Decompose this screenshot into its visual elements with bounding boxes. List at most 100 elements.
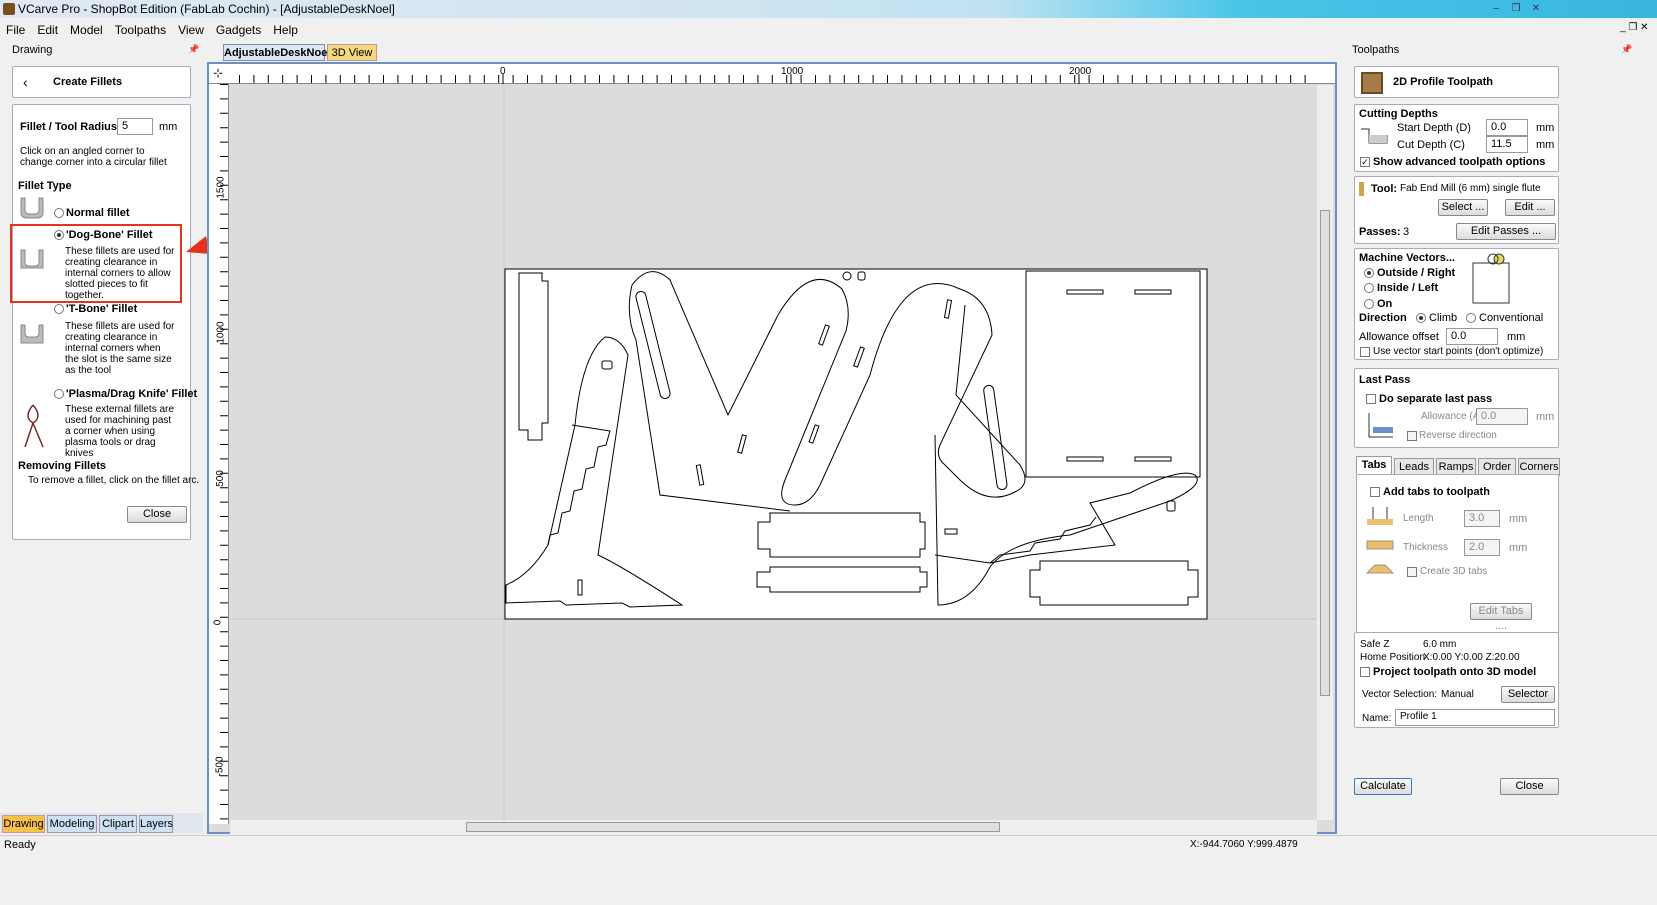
menu-model[interactable]: Model [64,20,109,37]
menu-view[interactable]: View [172,20,210,37]
fillet-options-box: Fillet / Tool Radius: 5 mm Click on an a… [12,104,199,540]
inside-left-label: Inside / Left [1377,282,1439,294]
removing-fillets-desc: To remove a fillet, click on the fillet … [28,475,200,486]
plasma-desc: These external fillets are used for mach… [65,404,174,459]
tab-modeling[interactable]: Modeling [47,815,97,833]
start-depth-input[interactable]: 0.0 [1486,119,1528,136]
vertical-scrollbar[interactable] [1317,85,1333,820]
last-pass-diagram-icon [1368,413,1393,438]
cut-depth-input[interactable]: 11.5 [1486,136,1528,153]
conventional-radio[interactable] [1466,313,1476,323]
safe-z-label: Safe Z [1360,639,1390,650]
tool-value: Fab End Mill (6 mm) single flute [1400,183,1541,194]
home-position-value: X:0.00 Y:0.00 Z:20.00 [1423,652,1520,663]
fillet-hint: Click on an angled corner to change corn… [20,146,167,168]
inside-left-radio[interactable] [1364,283,1374,293]
close-toolpath-button[interactable]: Close [1500,778,1559,795]
form-title: Create Fillets [53,76,123,88]
pin-icon-right[interactable]: 📌 [1621,44,1632,55]
ruler-label-v1000: 1000 [215,321,227,344]
climb-radio[interactable] [1416,313,1426,323]
drawing-canvas[interactable] [230,85,1320,820]
add-tabs-checkbox[interactable] [1370,487,1380,497]
pin-icon[interactable]: 📌 [188,44,199,55]
last-pass-box: Last Pass Do separate last pass Allowanc… [1354,368,1559,448]
document-area: AdjustableDeskNoel 3D View ⊹ 0 1000 2000… [207,42,1337,834]
show-advanced-checkbox[interactable]: ✓ [1360,157,1370,167]
normal-fillet-icon [20,197,44,219]
vector-selection-label: Vector Selection: [1362,689,1438,700]
tab-drawing[interactable]: Drawing [2,815,45,833]
toolpaths-panel-header: Toolpaths [1352,44,1400,56]
tab-clipart[interactable]: Clipart [99,815,137,833]
allowance-offset-unit: mm [1507,331,1526,343]
depth-diagram-icon [1361,128,1388,144]
minimize-button[interactable]: – [1488,2,1504,15]
endmill-icon [1359,182,1364,196]
toolpath-name-input[interactable]: Profile 1 [1395,709,1555,726]
allowance-a-input[interactable]: 0.0 [1476,408,1528,425]
length-input[interactable]: 3.0 [1464,510,1500,527]
on-radio[interactable] [1364,299,1374,309]
allowance-offset-input[interactable]: 0.0 [1446,328,1498,345]
thickness-input[interactable]: 2.0 [1464,539,1500,556]
vector-start-checkbox[interactable] [1360,347,1370,357]
ruler-label-minus500: -500 [214,756,226,777]
ruler-label-2000: 2000 [1069,66,1092,77]
machine-vectors-heading: Machine Vectors... [1359,252,1455,264]
calculate-button[interactable]: Calculate [1354,778,1412,795]
conventional-label: Conventional [1479,312,1544,324]
machine-vectors-box: Machine Vectors... Outside / Right Insid… [1354,248,1559,360]
edit-tabs-button[interactable]: Edit Tabs .... [1470,603,1532,632]
horizontal-ruler: ⊹ 0 1000 2000 [209,64,1335,84]
removing-fillets-heading: Removing Fillets [18,460,107,472]
radius-input[interactable]: 5 [117,118,153,135]
separate-last-pass-checkbox[interactable] [1366,394,1376,404]
tab-length-icon [1367,507,1393,525]
separate-last-pass-label: Do separate last pass [1379,393,1493,405]
back-arrow-icon[interactable]: ‹ [23,74,28,90]
tool-box: Tool: Fab End Mill (6 mm) single flute S… [1354,176,1559,244]
horizontal-scrollbar[interactable] [230,820,1317,834]
mdi-controls[interactable]: _ ❐ ✕ [1620,22,1648,33]
drawing-panel-header: Drawing [12,44,53,56]
menu-toolpaths[interactable]: Toolpaths [109,20,172,37]
doc-tab-3d[interactable]: 3D View [327,44,377,61]
edit-tool-button[interactable]: Edit ... [1505,199,1555,216]
menu-bar: File Edit Model Toolpaths View Gadgets Help _ … [0,20,1657,40]
horizontal-scroll-thumb[interactable] [466,822,1000,832]
normal-fillet-radio[interactable] [54,208,64,218]
canvas-frame: ⊹ 0 1000 2000 1500 1000 500 0 -500 [207,62,1337,834]
selector-button[interactable]: Selector ... [1501,686,1555,715]
select-tool-button[interactable]: Select ... [1438,199,1488,216]
climb-label: Climb [1429,312,1458,324]
tbone-fillet-radio[interactable] [54,304,64,314]
reverse-direction-checkbox[interactable] [1407,431,1417,441]
toolpath-title-box: 2D Profile Toolpath [1354,66,1559,98]
fillet-type-heading: Fillet Type [18,180,72,192]
menu-help[interactable]: Help [267,20,304,37]
outside-right-radio[interactable] [1364,268,1374,278]
vector-selection-value: Manual [1441,689,1474,700]
start-depth-unit: mm [1536,122,1555,134]
tab-tabs[interactable]: Tabs [1356,456,1392,474]
ruler-label-v0: 0 [212,619,224,626]
plasma-fillet-icon [24,404,44,448]
create-3d-tabs-checkbox[interactable] [1407,567,1417,577]
plasma-fillet-radio[interactable] [54,389,64,399]
vertical-scroll-thumb[interactable] [1320,210,1330,696]
normal-fillet-label: Normal fillet [66,207,130,219]
tab-thickness-icon [1366,540,1394,550]
menu-gadgets[interactable]: Gadgets [210,20,267,37]
add-tabs-label: Add tabs to toolpath [1383,486,1490,498]
doc-tab-main[interactable]: AdjustableDeskNoel [223,44,330,61]
menu-edit[interactable]: Edit [31,20,64,37]
close-fillets-button[interactable]: Close [127,506,187,523]
project-toolpath-checkbox[interactable] [1360,667,1370,677]
edit-passes-button[interactable]: Edit Passes ... [1456,223,1556,240]
close-window-button[interactable]: ✕ [1528,2,1544,15]
maximize-button[interactable]: ❐ [1508,2,1524,15]
tab-layers[interactable]: Layers [139,815,173,833]
menu-file[interactable]: File [0,20,31,37]
app-icon [3,3,15,15]
